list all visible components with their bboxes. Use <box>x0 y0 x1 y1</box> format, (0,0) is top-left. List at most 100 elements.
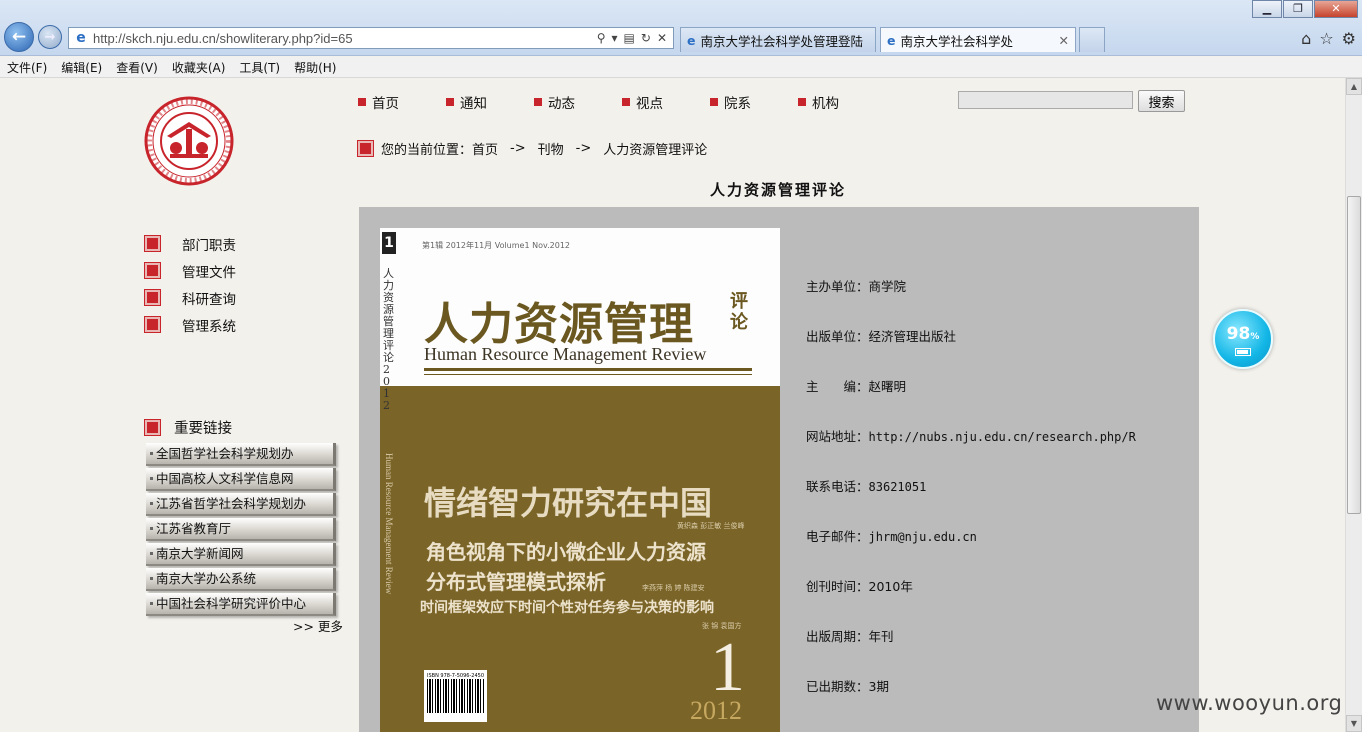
nav-departments[interactable]: 院系 <box>710 92 798 112</box>
search-button[interactable]: 搜索 <box>1138 90 1185 112</box>
link-item[interactable]: 南京大学办公系统 <box>146 568 336 591</box>
red-square-icon <box>144 419 161 436</box>
cover-rule <box>424 368 752 371</box>
nav-notices[interactable]: 通知 <box>446 92 534 112</box>
vertical-scrollbar[interactable]: ▲ ▼ <box>1345 78 1362 732</box>
red-square-icon <box>144 289 161 306</box>
cover-year: 2012 <box>690 696 742 725</box>
link-item[interactable]: 江苏省教育厅 <box>146 518 336 541</box>
sidebar-item-documents[interactable]: 管理文件 <box>144 257 236 284</box>
info-row-phone: 联系电话：83621051 <box>806 480 1136 530</box>
breadcrumb-separator: -> <box>510 141 526 156</box>
tab-label: 南京大学社会科学处 <box>900 33 1013 49</box>
spine-title: 人力资源管理评论2012 <box>383 267 394 412</box>
nav-news[interactable]: 动态 <box>534 92 622 112</box>
cover-spine: 1 人力资源管理评论2012 Human Resource Management… <box>380 228 398 732</box>
cover-title: 人力资源管理 <box>424 299 694 350</box>
search-icon[interactable]: ⚲ <box>597 31 606 45</box>
scrollbar-thumb[interactable] <box>1347 196 1361 514</box>
battery-icon <box>1235 348 1251 356</box>
ie-page-icon: e <box>76 30 86 46</box>
link-item[interactable]: 江苏省哲学社会科学规划办 <box>146 493 336 516</box>
breadcrumb-current: 人力资源管理评论 <box>603 143 708 158</box>
link-item[interactable]: 南京大学新闻网 <box>146 543 336 566</box>
info-label: 出版周期： <box>806 629 869 644</box>
tab-login[interactable]: e 南京大学社会科学处管理登陆 <box>680 27 876 52</box>
sidebar-item-management-system[interactable]: 管理系统 <box>144 311 236 338</box>
square-bullet-icon <box>358 98 366 106</box>
info-label: 网站地址： <box>806 429 869 444</box>
menu-view[interactable]: 查看(V) <box>116 59 158 76</box>
spine-english-title: Human Resource Management Review <box>384 453 394 595</box>
menu-favorites[interactable]: 收藏夹(A) <box>172 59 226 76</box>
info-label: 联系电话： <box>806 479 869 494</box>
menu-help[interactable]: 帮助(H) <box>294 59 336 76</box>
nav-label: 视点 <box>636 96 663 112</box>
scroll-down-arrow-icon[interactable]: ▼ <box>1346 715 1362 732</box>
favorites-star-icon[interactable]: ☆ <box>1319 29 1333 48</box>
arrow-left-icon: ← <box>11 27 27 47</box>
nav-viewpoints[interactable]: 视点 <box>622 92 710 112</box>
tab-current[interactable]: e 南京大学社会科学处 ✕ <box>880 27 1076 52</box>
square-bullet-icon <box>622 98 630 106</box>
close-button[interactable]: ✕ <box>1314 0 1358 18</box>
info-value: 商学院 <box>868 279 907 294</box>
battery-widget[interactable]: 98% <box>1213 309 1273 369</box>
menu-tools[interactable]: 工具(T) <box>239 59 280 76</box>
info-value: 赵曙明 <box>868 379 907 394</box>
search-input[interactable] <box>958 91 1133 109</box>
info-row-issues: 已出期数：3期 <box>806 680 1136 730</box>
more-links-link[interactable]: >> 更多 <box>293 616 343 635</box>
nav-home[interactable]: 首页 <box>358 92 446 112</box>
info-row-email: 电子邮件：jhrm@nju.edu.cn <box>806 530 1136 580</box>
links-title: 重要链接 <box>174 421 232 437</box>
breadcrumb-journals[interactable]: 刊物 <box>538 139 564 158</box>
sidebar-item-label: 管理系统 <box>182 318 236 335</box>
nav-institutions[interactable]: 机构 <box>798 92 886 112</box>
ie-page-icon: e <box>887 32 896 48</box>
info-label: 出版单位： <box>806 329 869 344</box>
links-heading: 重要链接 <box>144 417 232 438</box>
menu-edit[interactable]: 编辑(E) <box>61 59 102 76</box>
info-row-founded: 创刊时间：2010年 <box>806 580 1136 630</box>
menu-bar: 文件(F) 编辑(E) 查看(V) 收藏夹(A) 工具(T) 帮助(H) <box>0 57 1362 78</box>
nju-social-science-logo[interactable] <box>143 96 235 186</box>
sidebar-item-research-query[interactable]: 科研查询 <box>144 284 236 311</box>
link-item[interactable]: 中国社会科学研究评价中心 <box>146 593 336 616</box>
info-value: 经济管理出版社 <box>868 329 957 344</box>
url-input[interactable] <box>93 30 597 46</box>
link-item[interactable]: 中国高校人文科学信息网 <box>146 468 336 491</box>
scroll-up-arrow-icon[interactable]: ▲ <box>1346 78 1362 95</box>
info-row-website: 网站地址：http://nubs.nju.edu.cn/research.php… <box>806 430 1136 480</box>
maximize-button[interactable]: ❐ <box>1283 0 1313 18</box>
breadcrumb-prefix: 您的当前位置： <box>381 143 473 158</box>
red-square-icon <box>357 140 374 157</box>
info-row-editor: 主 编：赵曙明 <box>806 380 1136 430</box>
sidebar-item-label: 管理文件 <box>182 264 236 281</box>
cover-headline: 情绪智力研究在中国 <box>424 484 713 522</box>
forward-button[interactable]: → <box>38 25 62 49</box>
info-value[interactable]: http://nubs.nju.edu.cn/research.php/R <box>869 430 1136 444</box>
breadcrumb-separator: -> <box>575 141 592 156</box>
stop-icon[interactable]: ✕ <box>657 31 667 45</box>
nav-label: 通知 <box>460 96 487 112</box>
menu-file[interactable]: 文件(F) <box>7 59 47 76</box>
info-value[interactable]: jhrm@nju.edu.cn <box>869 530 977 544</box>
new-tab-button[interactable] <box>1079 27 1105 52</box>
arrow-right-icon: → <box>44 29 56 45</box>
refresh-icon[interactable]: ↻ <box>641 31 651 45</box>
cover-headline: 分布式管理模式探析 <box>426 570 606 594</box>
close-tab-icon[interactable]: ✕ <box>1059 33 1069 48</box>
breadcrumb-home[interactable]: 首页 <box>472 139 498 158</box>
back-button[interactable]: ← <box>4 22 34 52</box>
address-bar[interactable]: e ⚲ ▾ ▤ ↻ ✕ <box>68 27 674 49</box>
home-icon[interactable]: ⌂ <box>1301 29 1311 48</box>
info-label: 创刊时间： <box>806 579 869 594</box>
minimize-button[interactable]: ▁ <box>1252 0 1282 18</box>
sidebar-item-duties[interactable]: 部门职责 <box>144 230 236 257</box>
gear-icon[interactable]: ⚙ <box>1342 29 1356 48</box>
compatibility-icon[interactable]: ▤ <box>624 31 635 45</box>
info-label: 已出期数： <box>806 679 869 694</box>
chevron-down-icon[interactable]: ▾ <box>612 31 618 45</box>
link-item[interactable]: 全国哲学社会科学规划办 <box>146 443 336 466</box>
